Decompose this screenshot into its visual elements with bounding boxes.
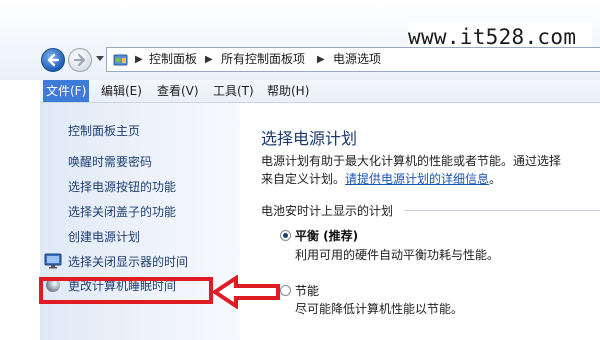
back-arrow-icon (47, 53, 60, 67)
highlight-box (39, 277, 213, 304)
plans-group-label: 电池安时计上显示的计划 (261, 204, 394, 218)
description-line-2: 来自定义计划。请提供电源计划的详细信息。 (261, 170, 501, 187)
plan-balanced-description: 利用可用的硬件自动平衡功耗与性能。 (295, 248, 500, 262)
menu-edit[interactable]: 编辑(E) (98, 80, 145, 102)
menu-file[interactable]: 文件(F) (43, 80, 90, 102)
plan-power-saver-radio[interactable] (280, 285, 291, 296)
plan-power-saver-description: 尽可能降低计算机性能以节能。 (295, 302, 464, 316)
breadcrumb-control-panel[interactable]: 控制面板 (149, 51, 197, 68)
back-button[interactable] (41, 48, 65, 72)
breadcrumb-separator-icon[interactable]: ▶ (205, 54, 213, 65)
recent-pages-dropdown[interactable] (96, 56, 104, 61)
nav-link-lid-close[interactable]: 选择关闭盖子的功能 (68, 204, 176, 220)
breadcrumb-all-items[interactable]: 所有控制面板项 (221, 51, 305, 68)
nav-link-power-button[interactable]: 选择电源按钮的功能 (68, 179, 176, 195)
nav-link-display-off-time[interactable]: 选择关闭显示器的时间 (68, 254, 188, 270)
nav-link-wake-password[interactable]: 唤醒时需要密码 (68, 154, 152, 170)
menu-view[interactable]: 查看(V) (154, 80, 202, 102)
page-title: 选择电源计划 (261, 129, 358, 148)
monitor-icon (44, 253, 62, 269)
description-line-1: 电源计划有助于最大化计算机的性能或者节能。通过选择 (261, 154, 562, 168)
plan-details-link[interactable]: 请提供电源计划的详细信息 (345, 172, 489, 186)
breadcrumb-power-options[interactable]: 电源选项 (333, 51, 381, 68)
description-suffix: 。 (489, 172, 502, 186)
nav-link-create-plan[interactable]: 创建电源计划 (68, 229, 140, 245)
plan-power-saver-name[interactable]: 节能 (295, 282, 319, 299)
plan-balanced-radio[interactable] (280, 230, 291, 241)
control-panel-icon (113, 54, 128, 66)
menu-help[interactable]: 帮助(H) (264, 80, 312, 102)
forward-arrow-icon (73, 53, 86, 67)
menu-tools[interactable]: 工具(T) (210, 80, 257, 102)
forward-button[interactable] (68, 48, 92, 72)
red-arrow-left-icon (212, 275, 280, 309)
breadcrumb-separator-icon: ▶ (135, 54, 143, 65)
address-bar[interactable]: ▶ 控制面板 ▶ 所有控制面板项 ▶ 电源选项 (106, 47, 600, 72)
menu-bar: 文件(F) 编辑(E) 查看(V) 工具(T) 帮助(H) (40, 80, 600, 103)
description-prefix: 来自定义计划。 (261, 172, 346, 186)
control-panel-home-link[interactable]: 控制面板主页 (68, 122, 140, 139)
plan-balanced-name[interactable]: 平衡 (推荐) (295, 227, 358, 244)
breadcrumb-separator-icon[interactable]: ▶ (317, 54, 325, 65)
left-nav-pane: 控制面板主页 唤醒时需要密码 选择电源按钮的功能 选择关闭盖子的功能 创建电源计… (40, 103, 240, 340)
group-divider (404, 210, 600, 211)
